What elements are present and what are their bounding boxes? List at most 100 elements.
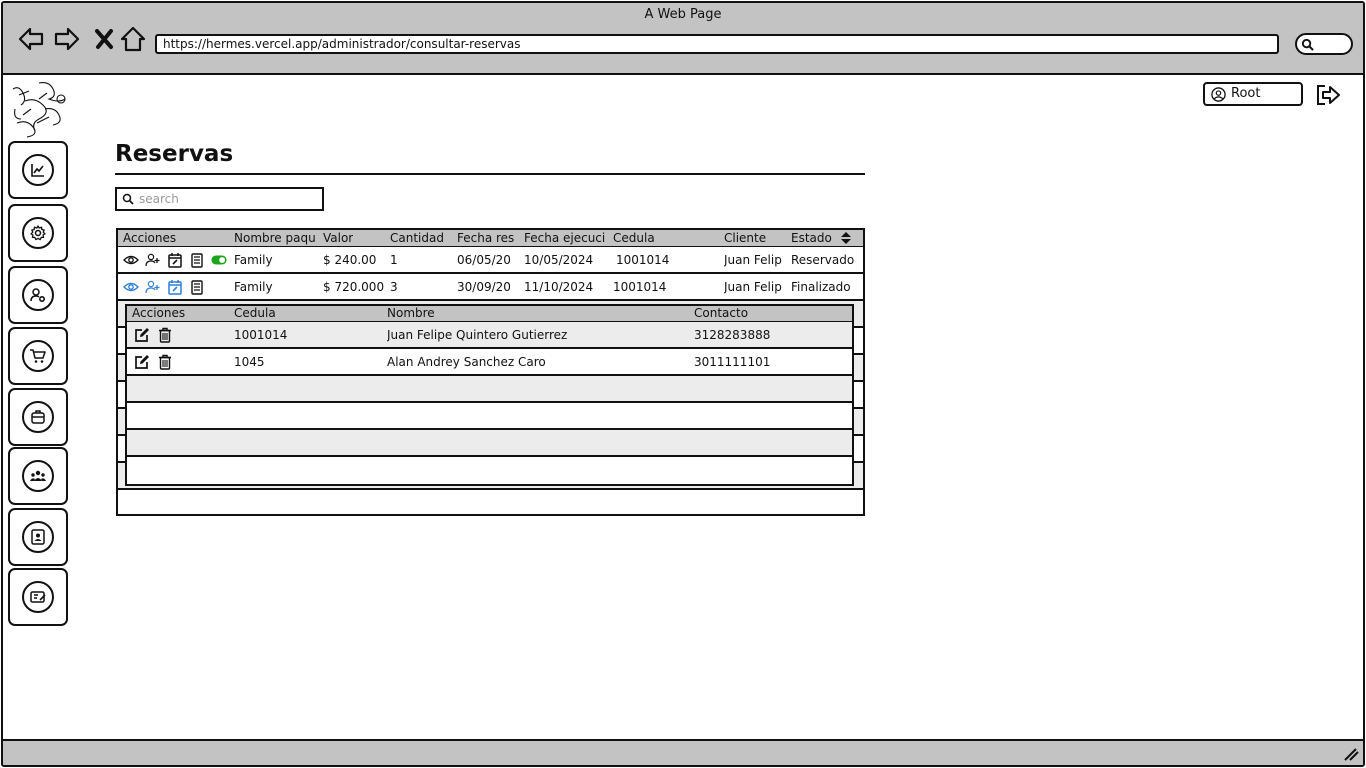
trash-icon[interactable] [156, 353, 173, 370]
status-bar [3, 739, 1363, 765]
status-toggle[interactable] [210, 251, 228, 269]
cell-fecha-ejecucion: 11/10/2024 [524, 280, 594, 294]
col-cedula[interactable]: Cedula [613, 231, 655, 245]
browser-search-pill[interactable] [1295, 33, 1353, 55]
package-icon [31, 410, 45, 424]
browser-chrome: A Web Page https://hermes.vercel.app/adm… [3, 3, 1363, 75]
cell-contacto: 3011111101 [694, 355, 771, 369]
col-fecha-ejecucion[interactable]: Fecha ejecuci [524, 231, 609, 245]
search-field[interactable] [115, 187, 324, 211]
col-cedula: Cedula [234, 306, 276, 320]
title-divider [115, 173, 865, 175]
user-circle-icon [1211, 87, 1226, 102]
notes-icon[interactable] [188, 251, 206, 269]
col-cliente[interactable]: Cliente [724, 231, 766, 245]
col-nombre-paquete[interactable]: Nombre paqu [234, 231, 318, 245]
table-row [127, 403, 852, 430]
browser-window: A Web Page https://hermes.vercel.app/adm… [1, 1, 1365, 767]
cell-cantidad: 1 [390, 253, 398, 267]
table-row[interactable]: Family $ 720.000 3 30/09/20 11/10/2024 1… [118, 274, 863, 301]
cart-icon [30, 349, 46, 363]
col-acciones: Acciones [132, 306, 186, 320]
cell-cantidad: 3 [390, 280, 398, 294]
cell-cedula: 1001014 [234, 328, 288, 342]
search-icon [122, 193, 134, 205]
table-row[interactable]: Family $ 240.00 1 06/05/20 10/05/2024 10… [118, 247, 863, 274]
user-menu-button[interactable]: Root [1203, 82, 1303, 106]
contact-card-icon [31, 529, 45, 545]
cell-fecha-reserva: 30/09/20 [457, 280, 511, 294]
page-title: Reservas [115, 141, 234, 167]
sidebar-item-clients[interactable] [8, 508, 68, 566]
row-actions [133, 326, 173, 343]
cell-cedula: 1001014 [616, 253, 670, 267]
gear-icon [30, 225, 46, 241]
beneficiarios-table: Acciones Cedula Nombre Contacto 1001014 … [125, 304, 854, 486]
forward-icon[interactable] [53, 25, 81, 53]
cell-estado: Finalizado [791, 280, 851, 294]
edit-icon[interactable] [133, 353, 150, 370]
cell-cedula: 1045 [234, 355, 265, 369]
cell-valor: $ 240.00 [323, 253, 377, 267]
back-icon[interactable] [17, 25, 45, 53]
add-user-icon[interactable] [144, 251, 162, 269]
chart-line-icon [31, 164, 44, 177]
sidebar-item-users[interactable] [8, 447, 68, 505]
cell-cedula: 1001014 [613, 280, 667, 294]
cell-contacto: 3128283888 [694, 328, 771, 342]
user-name: Root [1231, 86, 1261, 101]
calendar-edit-icon[interactable] [166, 251, 184, 269]
col-estado[interactable]: Estado [791, 231, 832, 245]
calendar-edit-icon[interactable] [166, 278, 184, 296]
trash-icon[interactable] [156, 326, 173, 343]
cell-cliente: Juan Felip [724, 280, 782, 294]
brand-logo [9, 79, 71, 141]
col-nombre: Nombre [387, 306, 435, 320]
table-row[interactable]: 1001014 Juan Felipe Quintero Gutierrez 3… [127, 322, 852, 349]
cell-fecha-reserva: 06/05/20 [457, 253, 511, 267]
url-bar[interactable]: https://hermes.vercel.app/administrador/… [155, 34, 1279, 54]
cell-paquete: Family [234, 253, 273, 267]
cell-nombre: Juan Felipe Quintero Gutierrez [387, 328, 568, 342]
sidebar-item-settings[interactable] [8, 204, 68, 262]
notes-icon[interactable] [188, 278, 206, 296]
sidebar-item-packages[interactable] [8, 388, 68, 446]
reservas-table: Acciones Nombre paqu Valor Cantidad Fech… [116, 228, 865, 516]
table-row [118, 490, 863, 514]
cell-estado: Reservado [791, 253, 855, 267]
row-actions [133, 353, 173, 370]
cell-cliente: Juan Felip [724, 253, 782, 267]
table-row [127, 457, 852, 484]
col-valor[interactable]: Valor [323, 231, 353, 245]
row-actions [122, 278, 206, 296]
cell-valor: $ 720.000 [323, 280, 385, 294]
sidebar-item-payments[interactable] [8, 568, 68, 626]
col-fecha-reserva[interactable]: Fecha res [457, 231, 514, 245]
stop-icon[interactable] [91, 25, 119, 53]
add-user-icon[interactable] [144, 278, 162, 296]
col-contacto: Contacto [694, 306, 749, 320]
cell-paquete: Family [234, 280, 273, 294]
table-header: Acciones Cedula Nombre Contacto [127, 306, 852, 322]
ticket-icon [30, 591, 46, 603]
resize-grip-icon[interactable] [1343, 747, 1359, 761]
user-gear-icon [30, 288, 46, 303]
cell-nombre: Alan Andrey Sanchez Caro [387, 355, 546, 369]
sidebar-item-user-settings[interactable] [8, 266, 68, 324]
search-input[interactable] [137, 190, 317, 208]
col-acciones[interactable]: Acciones [123, 231, 176, 245]
view-icon[interactable] [122, 251, 140, 269]
table-row [127, 376, 852, 403]
home-icon[interactable] [119, 25, 147, 53]
sort-icon[interactable] [840, 231, 852, 245]
edit-icon[interactable] [133, 326, 150, 343]
table-header: Acciones Nombre paqu Valor Cantidad Fech… [118, 230, 863, 247]
search-icon [1301, 38, 1314, 51]
sidebar-item-cart[interactable] [8, 327, 68, 385]
row-actions [122, 251, 228, 269]
table-row[interactable]: 1045 Alan Andrey Sanchez Caro 3011111101 [127, 349, 852, 376]
sidebar-item-dashboard[interactable] [8, 141, 68, 199]
logout-icon[interactable] [1315, 83, 1341, 107]
view-icon[interactable] [122, 278, 140, 296]
col-cantidad[interactable]: Cantidad [390, 231, 444, 245]
